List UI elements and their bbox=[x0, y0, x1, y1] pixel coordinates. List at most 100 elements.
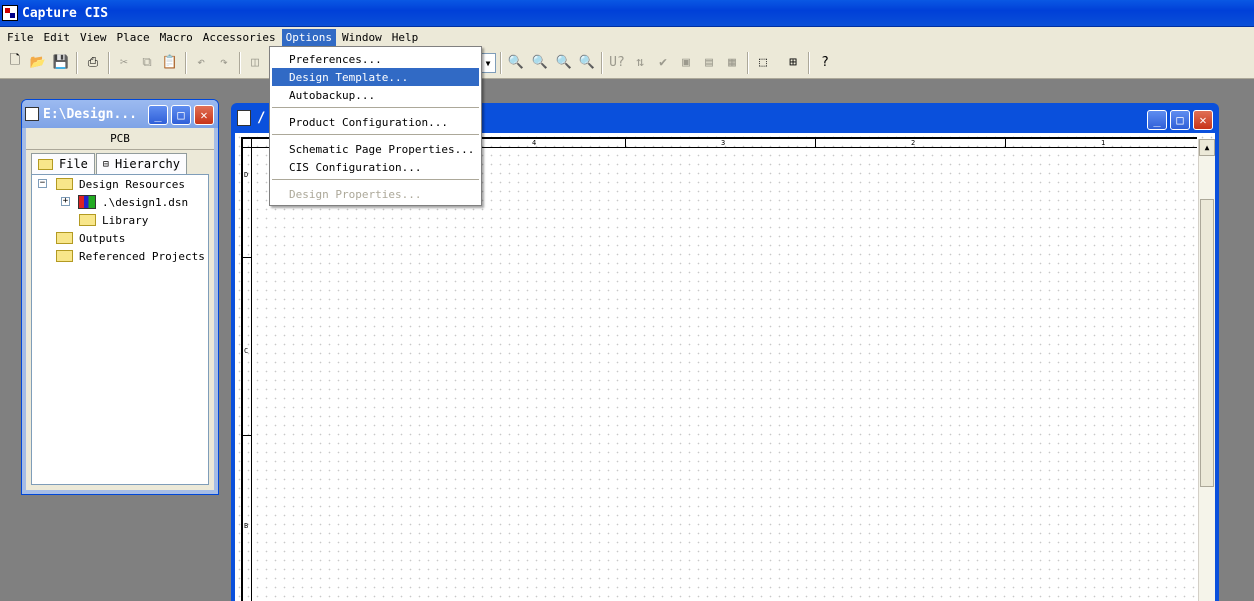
zoom-in-icon[interactable]: 🔍 bbox=[505, 51, 527, 73]
zoom-all-icon[interactable]: 🔍 bbox=[576, 51, 598, 73]
column-zone-label: 3 bbox=[721, 139, 726, 147]
annotate-icon[interactable]: U? bbox=[606, 51, 628, 73]
copy-icon[interactable]: ⧉ bbox=[136, 51, 158, 73]
toolbar-dropdown-arrow-icon[interactable]: ▼ bbox=[480, 53, 496, 73]
create-netlist-icon[interactable]: ▣ bbox=[675, 51, 697, 73]
help-icon[interactable]: ? bbox=[814, 51, 836, 73]
toolbar-separator bbox=[500, 52, 502, 74]
row-zone-label: B bbox=[244, 522, 249, 530]
maximize-icon[interactable]: □ bbox=[1170, 110, 1190, 130]
menu-item-autobackup[interactable]: Autobackup... bbox=[272, 86, 479, 104]
cross-reference-icon[interactable]: ▤ bbox=[698, 51, 720, 73]
project-tabs: File ⊟ Hierarchy bbox=[31, 153, 188, 174]
column-zone-label: 4 bbox=[532, 139, 537, 147]
menu-separator bbox=[272, 134, 479, 135]
menu-item-cis-configuration[interactable]: CIS Configuration... bbox=[272, 158, 479, 176]
close-icon[interactable]: ✕ bbox=[194, 105, 214, 125]
menu-options[interactable]: Options bbox=[281, 29, 336, 46]
app-icon[interactable] bbox=[2, 5, 18, 21]
paste-icon[interactable]: 📋 bbox=[159, 51, 181, 73]
zone-divider bbox=[243, 257, 252, 258]
row-zone-label: D bbox=[244, 171, 249, 179]
minimize-icon[interactable]: _ bbox=[148, 105, 168, 125]
schematic-page-border: 4 3 2 1 D C B bbox=[241, 137, 1197, 601]
open-folder-icon[interactable]: 📂 bbox=[27, 51, 49, 73]
menu-separator bbox=[272, 179, 479, 180]
options-menu: Preferences... Design Template... Autoba… bbox=[269, 46, 482, 206]
row-zone-label: C bbox=[244, 347, 249, 355]
snap-to-grid-icon[interactable]: ⬚ bbox=[752, 51, 774, 73]
tree-item-design-file[interactable]: .\design1.dsn bbox=[78, 193, 188, 211]
menu-item-product-configuration[interactable]: Product Configuration... bbox=[272, 113, 479, 131]
split-view-icon[interactable]: ◫ bbox=[244, 51, 266, 73]
toolbar-separator bbox=[76, 52, 78, 74]
menu-separator bbox=[272, 107, 479, 108]
app-titlebar: Capture CIS bbox=[0, 0, 1254, 27]
schematic-page-icon[interactable] bbox=[237, 110, 251, 126]
minimize-icon[interactable]: _ bbox=[1147, 110, 1167, 130]
scroll-up-icon[interactable]: ▲ bbox=[1199, 139, 1215, 156]
menu-accessories[interactable]: Accessories bbox=[199, 29, 280, 46]
design-file-icon bbox=[78, 195, 96, 209]
bill-of-materials-icon[interactable]: ▦ bbox=[721, 51, 743, 73]
close-icon[interactable]: ✕ bbox=[1193, 110, 1213, 130]
project-window-body: PCB File ⊟ Hierarchy − Design Resources … bbox=[26, 128, 214, 490]
save-icon[interactable]: 💾 bbox=[50, 51, 72, 73]
back-annotate-icon[interactable]: ⇅ bbox=[629, 51, 651, 73]
tree-item-label: Design Resources bbox=[79, 177, 185, 191]
column-zone-label: 1 bbox=[1101, 139, 1106, 147]
collapse-icon[interactable]: − bbox=[38, 179, 47, 188]
project-tree: − Design Resources + .\design1.dsn Libra… bbox=[31, 174, 209, 485]
zoom-area-icon[interactable]: 🔍 bbox=[553, 51, 575, 73]
zoom-out-icon[interactable]: 🔍 bbox=[529, 51, 551, 73]
app-title: Capture CIS bbox=[22, 5, 109, 21]
folder-icon bbox=[56, 178, 73, 190]
toolbar-separator bbox=[808, 52, 810, 74]
scrollbar-thumb[interactable] bbox=[1200, 199, 1214, 487]
tree-item-label: Referenced Projects bbox=[79, 249, 205, 263]
project-manager-icon[interactable]: ⊞ bbox=[782, 51, 804, 73]
tree-item-outputs[interactable]: Outputs bbox=[56, 229, 125, 247]
tree-item-label: Library bbox=[102, 213, 149, 227]
menu-item-schematic-page-properties[interactable]: Schematic Page Properties... bbox=[272, 140, 479, 158]
tree-item-label: Outputs bbox=[79, 231, 126, 245]
menubar: File Edit View Place Macro Accessories O… bbox=[0, 27, 1254, 48]
column-zone-label: 2 bbox=[911, 139, 916, 147]
menu-item-preferences[interactable]: Preferences... bbox=[272, 50, 479, 68]
maximize-icon[interactable]: □ bbox=[171, 105, 191, 125]
cut-icon[interactable]: ✂ bbox=[113, 51, 135, 73]
design-rules-check-icon[interactable]: ✔ bbox=[652, 51, 674, 73]
toolbar: 🗋 📂 💾 ⎙ ✂ ⧉ 📋 ↶ ↷ ◫ ▼ 🔍 🔍 🔍 🔍 U? ⇅ ✔ ▣ ▤… bbox=[0, 48, 1254, 79]
redo-icon[interactable]: ↷ bbox=[213, 51, 235, 73]
zone-divider bbox=[625, 139, 626, 148]
menu-macro[interactable]: Macro bbox=[156, 29, 197, 46]
tree-item-library[interactable]: Library bbox=[79, 211, 148, 229]
tab-hierarchy-label: Hierarchy bbox=[114, 157, 180, 171]
tab-file-label: File bbox=[59, 157, 88, 171]
toolbar-separator bbox=[108, 52, 110, 74]
menu-file[interactable]: File bbox=[3, 29, 38, 46]
menu-edit[interactable]: Edit bbox=[40, 29, 75, 46]
undo-icon[interactable]: ↶ bbox=[190, 51, 212, 73]
new-file-icon[interactable]: 🗋 bbox=[4, 51, 26, 73]
vertical-scrollbar[interactable]: ▲ bbox=[1198, 139, 1215, 601]
menu-window[interactable]: Window bbox=[338, 29, 386, 46]
tab-file[interactable]: File bbox=[31, 153, 95, 174]
tree-item-label: .\design1.dsn bbox=[102, 195, 189, 209]
expand-icon[interactable]: + bbox=[61, 197, 70, 206]
schematic-window-title: / bbox=[257, 110, 266, 126]
hierarchy-icon: ⊟ bbox=[102, 158, 109, 170]
tab-hierarchy[interactable]: ⊟ Hierarchy bbox=[95, 153, 187, 174]
menu-help[interactable]: Help bbox=[388, 29, 423, 46]
tree-item-referenced-projects[interactable]: Referenced Projects bbox=[56, 247, 205, 265]
project-window-title: E:\Design... bbox=[43, 106, 137, 122]
zone-divider bbox=[1005, 139, 1006, 148]
menu-item-design-template[interactable]: Design Template... bbox=[272, 68, 479, 86]
print-icon[interactable]: ⎙ bbox=[82, 51, 104, 73]
menu-view[interactable]: View bbox=[76, 29, 111, 46]
project-window-icon[interactable] bbox=[25, 107, 39, 121]
toolbar-separator bbox=[185, 52, 187, 74]
tree-item-design-resources[interactable]: Design Resources bbox=[56, 175, 185, 193]
toolbar-separator bbox=[747, 52, 749, 74]
menu-place[interactable]: Place bbox=[113, 29, 154, 46]
